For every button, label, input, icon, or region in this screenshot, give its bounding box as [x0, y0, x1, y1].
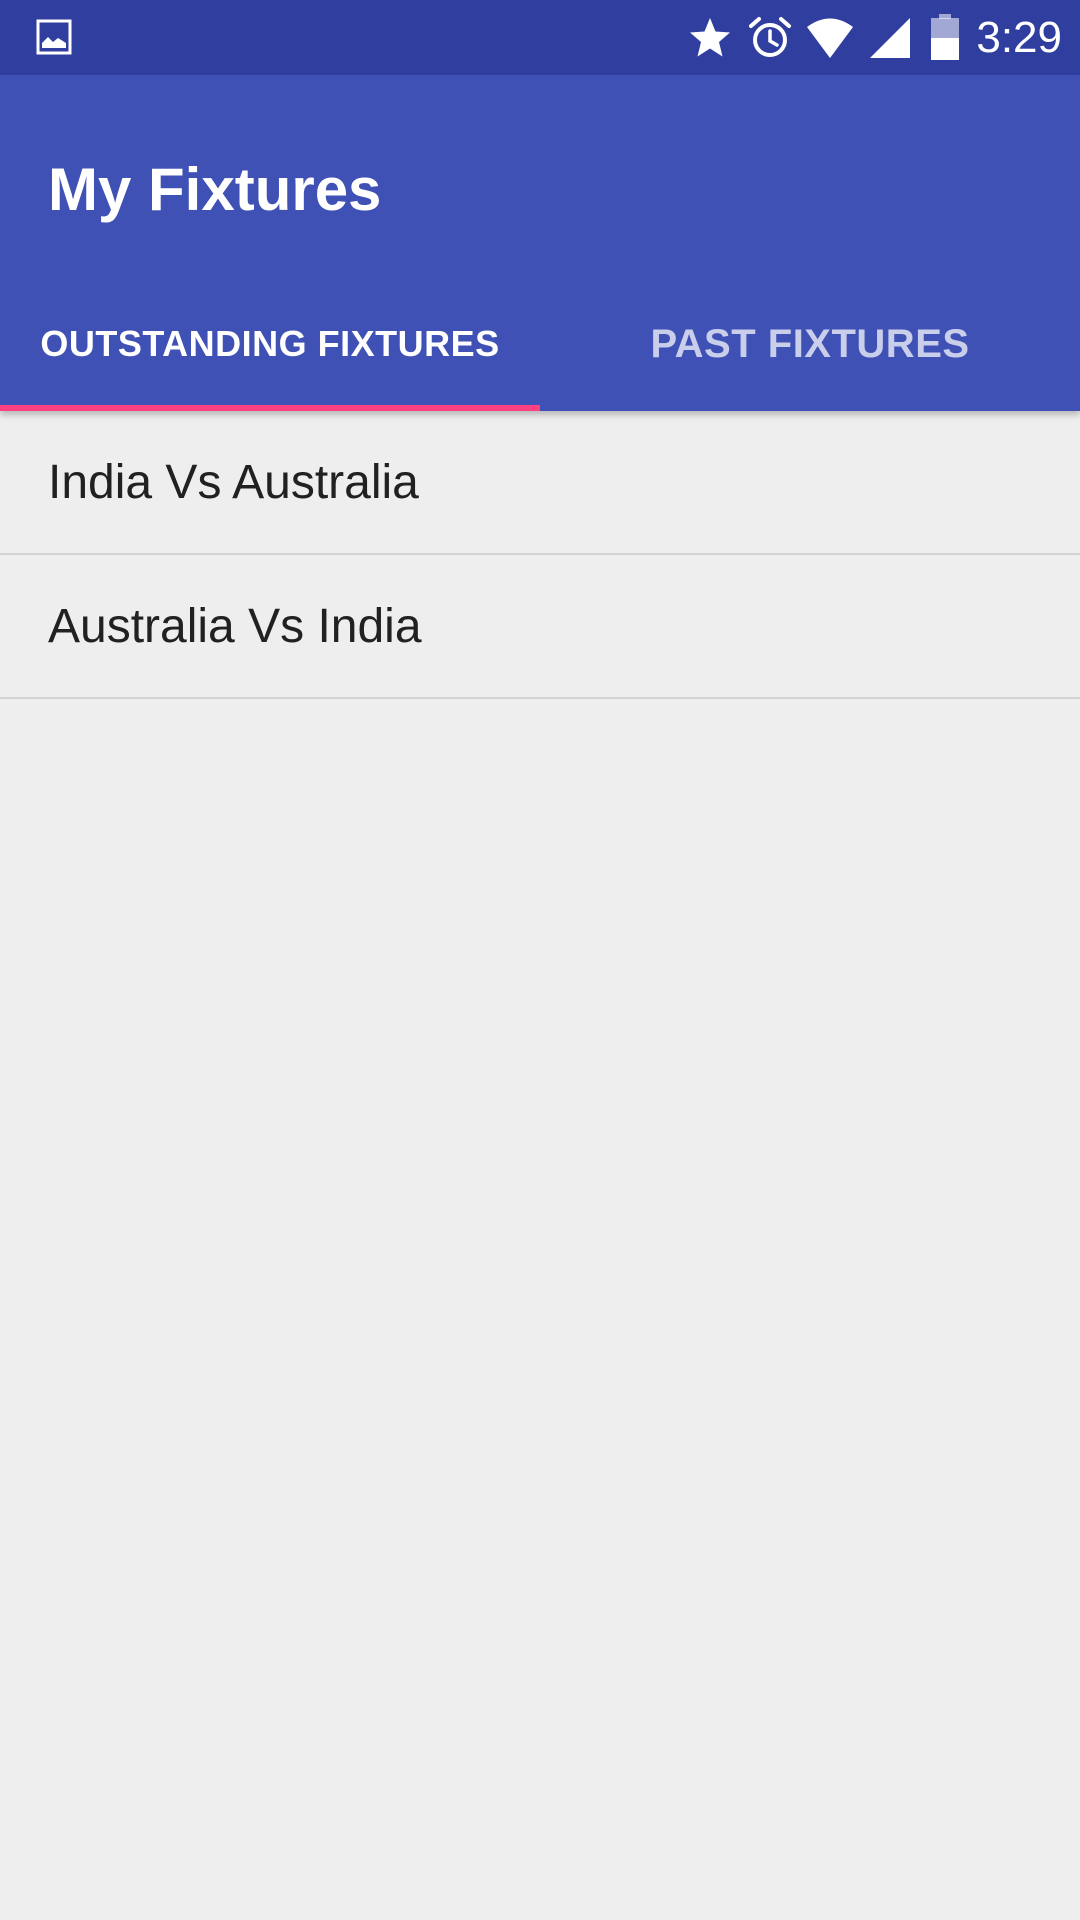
fixture-label: Australia Vs India: [48, 599, 422, 653]
fixture-label: India Vs Australia: [48, 455, 419, 509]
battery-icon: [931, 13, 960, 60]
tab-bar: OUTSTANDING FIXTURES PAST FIXTURES: [0, 287, 1080, 411]
star-icon: [690, 17, 731, 56]
tab-past-fixtures[interactable]: PAST FIXTURES: [540, 287, 1080, 411]
signal-icon: [870, 17, 911, 58]
status-time: 3:29: [976, 13, 1062, 62]
image-icon: [36, 19, 72, 55]
fixtures-list: India Vs Australia Australia Vs India: [0, 411, 1080, 699]
tab-label: PAST FIXTURES: [650, 321, 970, 366]
wifi-icon: [807, 18, 854, 58]
tab-label: OUTSTANDING FIXTURES: [40, 323, 500, 364]
status-icons: 3:29: [674, 0, 1062, 75]
list-item[interactable]: Australia Vs India: [0, 555, 1080, 699]
status-bar: 3:29: [0, 0, 1080, 75]
alarm-icon: [749, 16, 792, 57]
app-bar: My Fixtures OUTSTANDING FIXTURES PAST FI…: [0, 75, 1080, 411]
tab-outstanding-fixtures[interactable]: OUTSTANDING FIXTURES: [0, 287, 540, 411]
list-item[interactable]: India Vs Australia: [0, 411, 1080, 555]
page-title: My Fixtures: [48, 156, 382, 223]
